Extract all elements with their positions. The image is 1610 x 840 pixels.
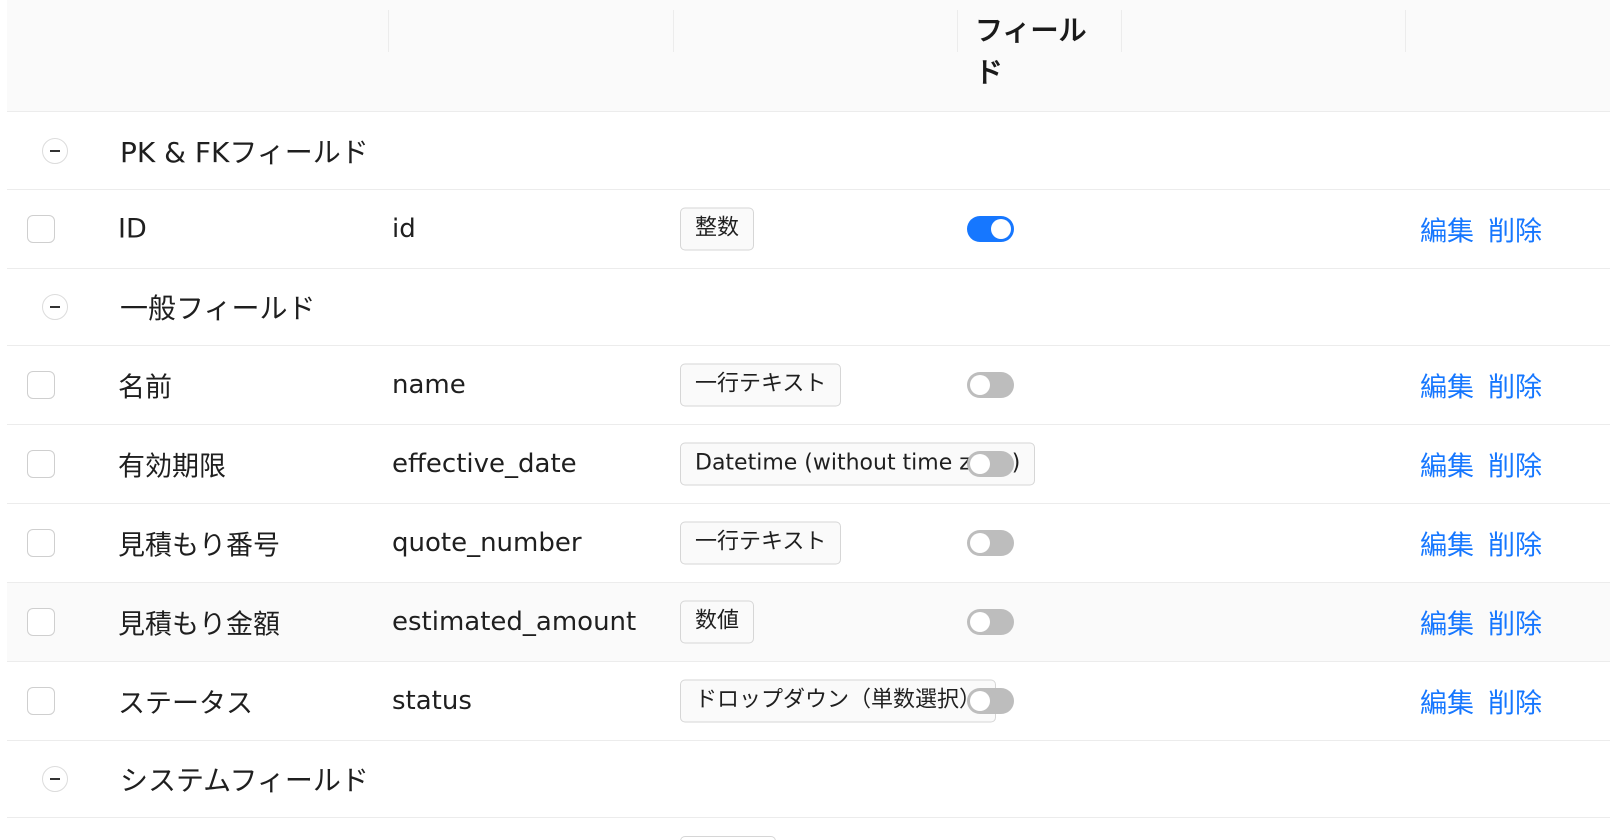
column-divider: [388, 10, 389, 52]
field-toggle-switch[interactable]: [967, 688, 1014, 714]
row-actions: 編集 削除: [1420, 682, 1542, 721]
group-row-general: 一般フィールド: [7, 269, 1610, 346]
column-divider: [673, 10, 674, 52]
group-title: 一般フィールド: [120, 292, 316, 325]
field-key: quote_number: [392, 528, 582, 558]
field-type-tag: 一行テキスト: [680, 521, 842, 565]
toggle-knob: [970, 612, 990, 632]
delete-link[interactable]: 削除: [1488, 217, 1542, 248]
delete-link[interactable]: 削除: [1488, 373, 1542, 404]
edit-link[interactable]: 編集: [1420, 689, 1474, 720]
edit-link[interactable]: 編集: [1420, 531, 1474, 562]
field-key: effective_date: [392, 449, 577, 479]
field-label: ステータス: [118, 688, 253, 720]
field-key: status: [392, 686, 472, 716]
group-title: PK & FKフィールド: [120, 135, 369, 169]
field-toggle-switch[interactable]: [967, 609, 1014, 635]
collapse-toggle-icon[interactable]: [42, 766, 68, 792]
row-checkbox[interactable]: [27, 371, 55, 399]
field-label: ID: [118, 213, 147, 245]
group-row-system: システムフィールド: [7, 741, 1610, 818]
field-label: 名前: [118, 372, 172, 404]
collapse-toggle-icon[interactable]: [42, 137, 68, 164]
table-row: 有効期限 effective_date Datetime (without ti…: [7, 425, 1610, 504]
field-key: name: [392, 370, 466, 400]
field-type-tag: 一行テキスト: [680, 363, 842, 407]
edit-link[interactable]: 編集: [1420, 217, 1474, 248]
field-toggle-switch[interactable]: [967, 216, 1014, 242]
edit-link[interactable]: 編集: [1420, 373, 1474, 404]
column-divider: [957, 10, 958, 52]
field-toggle-switch[interactable]: [967, 372, 1014, 398]
table-header: フィールド: [7, 0, 1610, 112]
table-row: 名前 name 一行テキスト 編集 削除: [7, 346, 1610, 425]
toggle-knob: [970, 691, 990, 711]
field-label: 見積もり番号: [118, 530, 280, 562]
column-divider: [1405, 10, 1406, 52]
row-checkbox[interactable]: [27, 529, 55, 557]
fields-table: フィールド PK & FKフィールド ID id 整数 編集 削除 一般フィールド…: [7, 0, 1610, 818]
row-checkbox[interactable]: [27, 687, 55, 715]
field-type-tag: 整数: [680, 207, 755, 251]
row-actions: 編集 削除: [1420, 603, 1542, 642]
column-divider: [1121, 10, 1122, 52]
field-type-tag: 数値: [680, 600, 755, 644]
delete-link[interactable]: 削除: [1488, 689, 1542, 720]
collapse-toggle-icon[interactable]: [42, 294, 68, 320]
toggle-knob: [970, 375, 990, 395]
field-key: estimated_amount: [392, 607, 637, 637]
row-actions: 編集 削除: [1420, 210, 1542, 249]
field-label: 見積もり金額: [118, 609, 280, 641]
row-actions: 編集 削除: [1420, 445, 1542, 484]
toggle-knob: [991, 219, 1011, 239]
table-row: 見積もり金額 estimated_amount 数値 編集 削除: [7, 583, 1610, 662]
table-row: ID id 整数 編集 削除: [7, 190, 1610, 269]
edit-link[interactable]: 編集: [1420, 452, 1474, 483]
table-row: ステータス status ドロップダウン（単数選択） 編集 削除: [7, 662, 1610, 741]
group-row-pk-fk: PK & FKフィールド: [7, 112, 1610, 190]
row-actions: 編集 削除: [1420, 366, 1542, 405]
header-field-column: フィールド: [975, 14, 1087, 89]
toggle-knob: [970, 454, 990, 474]
delete-link[interactable]: 削除: [1488, 610, 1542, 641]
delete-link[interactable]: 削除: [1488, 452, 1542, 483]
toggle-knob: [970, 533, 990, 553]
delete-link[interactable]: 削除: [1488, 531, 1542, 562]
row-checkbox[interactable]: [27, 215, 55, 243]
field-key: id: [392, 214, 416, 244]
group-title: システムフィールド: [120, 764, 369, 797]
field-toggle-switch[interactable]: [967, 530, 1014, 556]
row-checkbox[interactable]: [27, 608, 55, 636]
field-type-tag: ドロップダウン（単数選択）: [680, 679, 997, 723]
field-label: 有効期限: [118, 451, 226, 483]
next-row-tag-edge: [680, 836, 776, 840]
row-actions: 編集 削除: [1420, 524, 1542, 563]
row-checkbox[interactable]: [27, 450, 55, 478]
table-row: 見積もり番号 quote_number 一行テキスト 編集 削除: [7, 504, 1610, 583]
edit-link[interactable]: 編集: [1420, 610, 1474, 641]
field-toggle-switch[interactable]: [967, 451, 1014, 477]
